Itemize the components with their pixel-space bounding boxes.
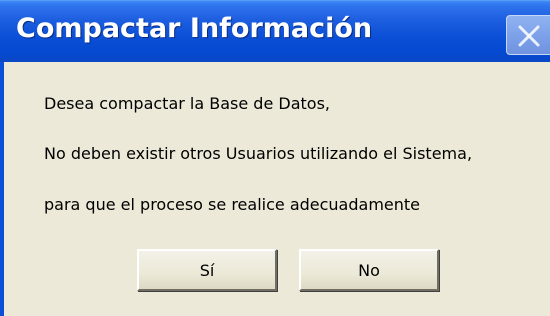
message-line-1: Desea compactar la Base de Datos, bbox=[44, 94, 330, 113]
message-line-2: No deben existir otros Usuarios utilizan… bbox=[44, 144, 473, 163]
close-icon bbox=[518, 25, 540, 47]
title-bar[interactable]: Compactar Información bbox=[0, 0, 550, 62]
dialog-window: Compactar Información Desea compactar la… bbox=[0, 0, 550, 316]
no-button[interactable]: No bbox=[299, 249, 439, 291]
message-line-3: para que el proceso se realice adecuadam… bbox=[44, 195, 421, 214]
close-button[interactable] bbox=[506, 15, 550, 55]
yes-button[interactable]: Sí bbox=[137, 249, 277, 291]
window-border bbox=[0, 62, 4, 316]
window-title: Compactar Información bbox=[16, 13, 373, 44]
